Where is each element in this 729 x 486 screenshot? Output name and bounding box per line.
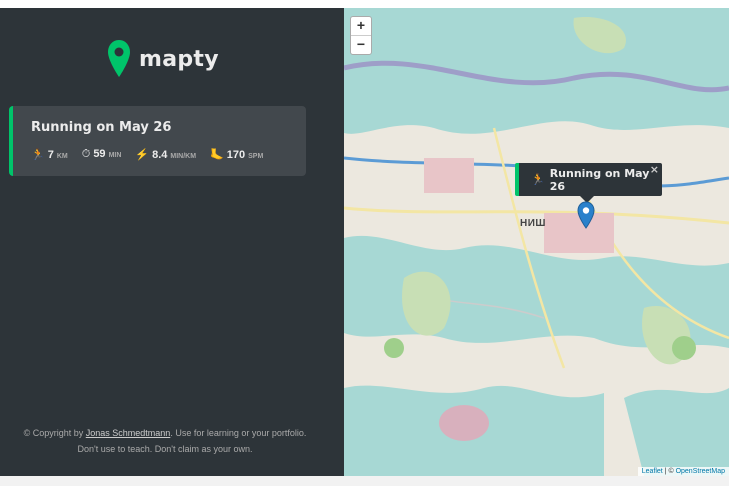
app-frame: mapty Running on May 26 🏃 7 km ⏱ 59 min … — [0, 0, 729, 486]
distance-unit: km — [56, 153, 68, 160]
duration-value: 59 — [93, 148, 106, 160]
workout-duration: ⏱ 59 min — [82, 148, 122, 161]
workout-card[interactable]: Running on May 26 🏃 7 km ⏱ 59 min ⚡ 8.4 … — [9, 106, 306, 176]
popup-close-button[interactable]: × — [650, 163, 659, 176]
duration-unit: min — [108, 152, 122, 159]
cadence-value: 170 — [226, 149, 246, 161]
workout-distance: 🏃 7 km — [31, 148, 68, 161]
workout-cadence: 🦶 170 spm — [210, 148, 263, 161]
leaflet-link[interactable]: Leaflet — [642, 468, 663, 475]
osm-link[interactable]: OpenStreetMap — [676, 468, 725, 475]
distance-value: 7 — [47, 149, 54, 161]
cadence-unit: spm — [248, 153, 264, 160]
sidebar: mapty Running on May 26 🏃 7 km ⏱ 59 min … — [0, 8, 344, 476]
workout-details: 🏃 7 km ⏱ 59 min ⚡ 8.4 min/km 🦶 170 — [31, 148, 263, 161]
map-pin-logo-icon — [108, 40, 130, 77]
logo: mapty — [107, 39, 219, 79]
map-marker-icon[interactable] — [577, 201, 595, 229]
pace-value: 8.4 — [152, 149, 168, 161]
runner-icon: 🏃 — [31, 149, 45, 161]
author-link[interactable]: Jonas Schmedtmann — [86, 428, 171, 438]
workout-popup[interactable]: 🏃 Running on May 26 × — [515, 163, 662, 196]
stopwatch-icon: ⏱ — [81, 148, 91, 160]
popup-text: Running on May 26 — [549, 166, 650, 193]
pace-unit: min/km — [170, 153, 197, 160]
copyright-prefix: © Copyright by — [23, 428, 86, 438]
foot-icon: 🦶 — [210, 149, 224, 161]
attribution-separator: | © — [662, 468, 676, 475]
runner-icon: 🏃 — [531, 173, 545, 186]
city-label: НИШ — [520, 218, 546, 229]
workout-pace: ⚡ 8.4 min/km — [135, 148, 196, 161]
map-attribution: Leaflet | © OpenStreetMap — [637, 467, 729, 476]
map-tiles — [344, 8, 729, 476]
zoom-control: + − — [350, 16, 372, 55]
workout-title: Running on May 26 — [31, 120, 172, 135]
map[interactable]: + − НИШ 🏃 Running on May 26 × Leaflet | … — [344, 8, 729, 476]
lightning-icon: ⚡ — [135, 149, 150, 161]
app-name: mapty — [139, 46, 219, 72]
zoom-out-button[interactable]: − — [351, 36, 371, 54]
bottom-bar — [0, 476, 729, 486]
zoom-in-button[interactable]: + — [351, 17, 371, 36]
copyright-text: © Copyright by Jonas Schmedtmann. Use fo… — [20, 425, 310, 457]
